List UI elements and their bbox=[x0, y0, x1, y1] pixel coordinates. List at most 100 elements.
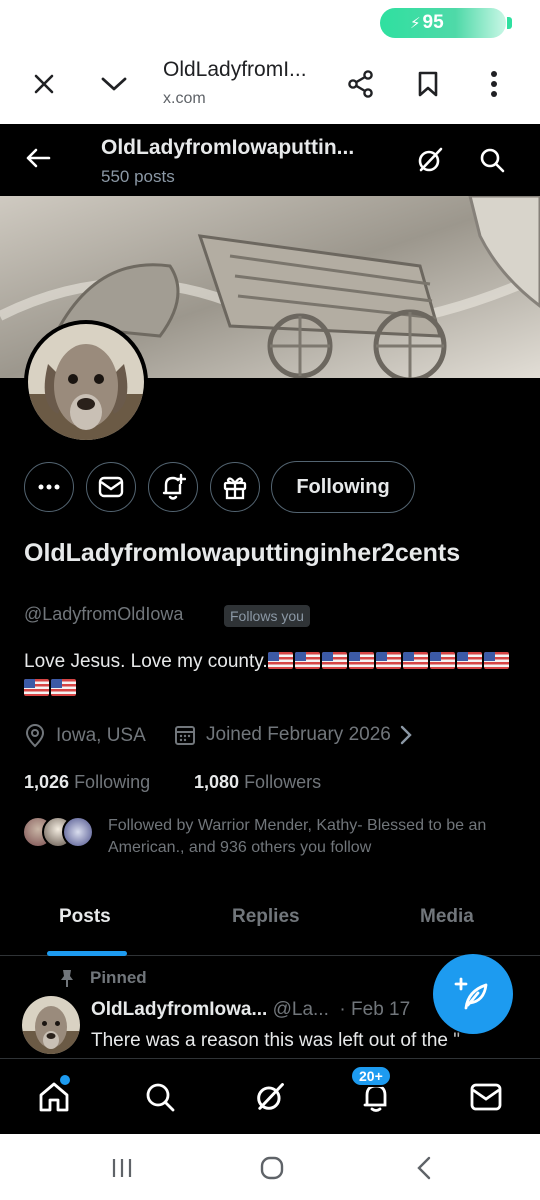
location-pin-icon bbox=[25, 724, 45, 748]
joined-text: Joined February 2026 bbox=[206, 724, 391, 745]
home-icon bbox=[39, 1082, 69, 1112]
follows-you-badge: Follows you bbox=[224, 605, 310, 627]
pinned-indicator: Pinned bbox=[58, 968, 147, 988]
us-flag-emoji bbox=[348, 652, 374, 669]
profile-bio: Love Jesus. Love my county. bbox=[24, 648, 514, 702]
display-name: OldLadyfromIowaputtinginher2cents bbox=[24, 539, 461, 567]
share-button[interactable] bbox=[339, 62, 383, 106]
us-flag-emoji bbox=[51, 679, 76, 696]
nav-grok[interactable] bbox=[246, 1073, 294, 1121]
recent-apps-icon bbox=[112, 1159, 132, 1177]
bolt-icon: ⚡ bbox=[410, 15, 421, 32]
profile-topbar: OldLadyfromIowaputtin... 550 posts bbox=[0, 124, 540, 196]
following-label: Following bbox=[74, 772, 151, 792]
profile-title: OldLadyfromIowaputtin... bbox=[101, 136, 355, 159]
search-button[interactable] bbox=[472, 140, 512, 180]
grok-icon bbox=[418, 147, 443, 172]
nav-messages[interactable] bbox=[462, 1073, 510, 1121]
more-horizontal-icon bbox=[38, 484, 60, 490]
search-icon bbox=[146, 1083, 175, 1112]
bookmark-button[interactable] bbox=[406, 62, 450, 106]
browser-toolbar: ⚡ 95 OldLadyfromI... x.com bbox=[0, 0, 540, 124]
tweet-author-handle: @La... bbox=[272, 999, 329, 1020]
followers-count-link[interactable]: 1,080 Followers bbox=[194, 772, 321, 793]
tab-url: x.com bbox=[163, 90, 206, 107]
following-button[interactable]: Following bbox=[271, 461, 415, 513]
tab-replies[interactable]: Replies bbox=[232, 906, 300, 928]
bell-plus-icon bbox=[162, 473, 186, 500]
mail-icon bbox=[98, 476, 124, 498]
x-profile-page: OldLadyfromIowaputtin... 550 posts Follo… bbox=[0, 124, 540, 1134]
back-chevron-icon bbox=[417, 1156, 431, 1180]
tweet-text[interactable]: There was a reason this was left out of … bbox=[91, 1030, 521, 1052]
pin-icon bbox=[61, 970, 73, 987]
tab-media[interactable]: Media bbox=[420, 906, 474, 928]
us-flag-emoji bbox=[294, 652, 320, 669]
following-count: 1,026 bbox=[24, 772, 70, 792]
system-navigation-bar bbox=[0, 1134, 540, 1200]
us-flag-emoji bbox=[456, 652, 482, 669]
profile-avatar[interactable] bbox=[24, 320, 148, 444]
tweet-header[interactable]: OldLadyfromIowa... @La... · Feb 17 bbox=[91, 999, 410, 1021]
chevron-right-icon bbox=[400, 725, 412, 745]
pinned-label: Pinned bbox=[90, 968, 147, 987]
gift-icon bbox=[223, 477, 247, 500]
message-button[interactable] bbox=[86, 462, 136, 512]
following-count-link[interactable]: 1,026 Following bbox=[24, 772, 150, 793]
dog-avatar-image bbox=[22, 996, 80, 1054]
more-vert-icon bbox=[491, 71, 497, 97]
home-system-button[interactable] bbox=[252, 1152, 292, 1184]
bookmark-icon bbox=[418, 71, 438, 97]
us-flag-emoji bbox=[429, 652, 455, 669]
followed-by-text[interactable]: Followed by Warrior Mender, Kathy- Bless… bbox=[108, 815, 518, 859]
back-button[interactable] bbox=[20, 140, 56, 176]
bio-text: Love Jesus. Love my county. bbox=[24, 651, 268, 672]
arrow-left-icon bbox=[26, 148, 51, 168]
more-options-button[interactable] bbox=[472, 62, 516, 106]
joined-date[interactable]: Joined February 2026 bbox=[174, 724, 413, 746]
tab-posts[interactable]: Posts bbox=[59, 906, 111, 928]
bottom-navigation: 20+ bbox=[0, 1058, 540, 1134]
compose-post-button[interactable] bbox=[433, 954, 513, 1034]
close-icon bbox=[34, 74, 54, 94]
search-icon bbox=[480, 148, 505, 173]
battery-indicator: ⚡ 95 bbox=[380, 8, 512, 38]
expand-button[interactable] bbox=[92, 62, 136, 106]
profile-tabs: Posts Replies Media bbox=[0, 884, 540, 956]
tweet-date: · Feb 17 bbox=[339, 999, 411, 1020]
posts-count: 550 posts bbox=[101, 167, 175, 186]
followers-count: 1,080 bbox=[194, 772, 240, 792]
mail-icon bbox=[470, 1083, 502, 1111]
notifications-badge: 20+ bbox=[350, 1065, 392, 1087]
us-flag-emoji bbox=[483, 652, 509, 669]
compose-feather-icon bbox=[454, 977, 488, 1010]
recent-apps-button[interactable] bbox=[102, 1152, 142, 1184]
nav-search[interactable] bbox=[136, 1073, 184, 1121]
follower-avatar bbox=[62, 816, 94, 848]
back-system-button[interactable] bbox=[404, 1152, 444, 1184]
us-flag-emoji bbox=[375, 652, 401, 669]
gift-button[interactable] bbox=[210, 462, 260, 512]
calendar-icon bbox=[175, 726, 195, 745]
grok-icon bbox=[257, 1083, 284, 1110]
more-actions-button[interactable] bbox=[24, 462, 74, 512]
us-flag-emoji bbox=[321, 652, 347, 669]
us-flag-emoji bbox=[24, 679, 49, 696]
location-text: Iowa, USA bbox=[56, 725, 146, 746]
notify-button[interactable] bbox=[148, 462, 198, 512]
nav-home[interactable] bbox=[30, 1073, 78, 1121]
followed-by-avatars[interactable] bbox=[22, 814, 94, 850]
grok-button[interactable] bbox=[410, 140, 450, 180]
home-unread-dot bbox=[60, 1075, 70, 1085]
location: Iowa, USA bbox=[24, 724, 146, 748]
followers-label: Followers bbox=[244, 772, 322, 792]
tweet-author-avatar[interactable] bbox=[22, 996, 80, 1054]
home-circle-icon bbox=[260, 1156, 284, 1180]
active-tab-indicator bbox=[47, 951, 127, 956]
tab-title: OldLadyfromI... bbox=[163, 58, 307, 81]
tweet-author-name: OldLadyfromIowa... bbox=[91, 999, 268, 1020]
dog-avatar-image bbox=[28, 324, 144, 440]
user-handle: @LadyfromOldIowa bbox=[24, 604, 184, 624]
close-tab-button[interactable] bbox=[22, 62, 66, 106]
us-flag-emoji bbox=[402, 652, 428, 669]
